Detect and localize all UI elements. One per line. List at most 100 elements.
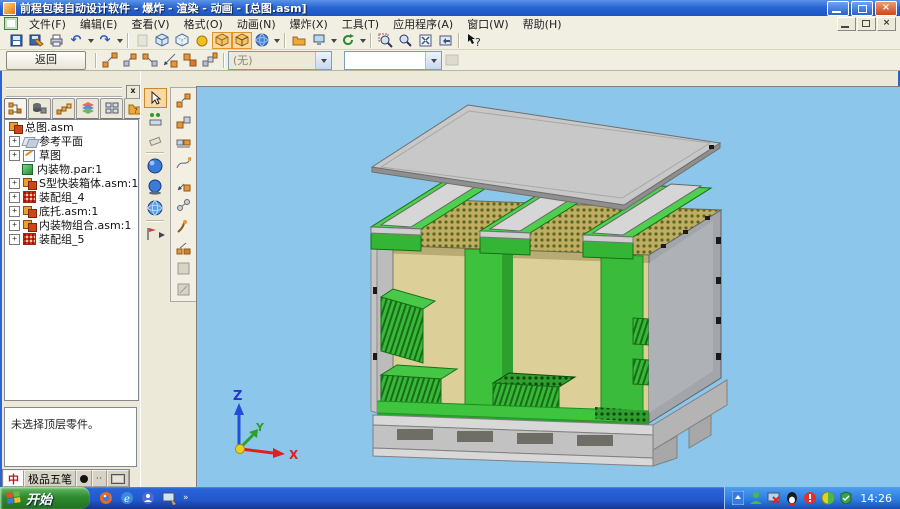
explode-tool-6-button[interactable] bbox=[172, 195, 195, 215]
document-icon[interactable] bbox=[4, 17, 18, 30]
apply-motor-button[interactable] bbox=[442, 52, 462, 69]
tree-item[interactable]: +参考平面 bbox=[5, 134, 138, 148]
tab-family-of-assemblies[interactable] bbox=[52, 98, 75, 119]
ime-mode-button[interactable] bbox=[76, 470, 92, 487]
expand-icon[interactable]: + bbox=[9, 136, 20, 147]
menu-animation[interactable]: 动画(N) bbox=[230, 15, 283, 33]
refresh-button[interactable] bbox=[338, 32, 358, 49]
tab-parts-library[interactable] bbox=[28, 98, 51, 119]
user-online-icon[interactable] bbox=[748, 490, 764, 506]
internet-explorer-icon[interactable]: e bbox=[119, 490, 136, 507]
view-wireframe-button[interactable] bbox=[152, 32, 172, 49]
tree-item[interactable]: 内装物.par:1 bbox=[5, 162, 138, 176]
explode-tool-2-button[interactable] bbox=[172, 111, 195, 131]
select-tool-button[interactable] bbox=[144, 88, 167, 108]
rebind-button[interactable] bbox=[140, 52, 160, 69]
view-shaded-with-edges-button[interactable] bbox=[212, 32, 232, 49]
crate-interior[interactable] bbox=[377, 245, 649, 429]
shield-icon[interactable] bbox=[838, 490, 854, 506]
motor-select[interactable] bbox=[344, 51, 442, 70]
show-desktop-icon[interactable] bbox=[161, 490, 178, 507]
viewport-canvas[interactable]: Z X Y bbox=[197, 87, 899, 486]
taskbar-clock[interactable]: 14:26 bbox=[860, 492, 892, 505]
whats-this-button[interactable]: ? bbox=[463, 32, 483, 49]
modify-explode-button[interactable] bbox=[180, 52, 200, 69]
mdi-close-button[interactable]: × bbox=[877, 17, 896, 31]
configuration-select[interactable]: (无) bbox=[228, 51, 332, 70]
menu-explode[interactable]: 爆炸(X) bbox=[283, 15, 335, 33]
unexplode-button[interactable] bbox=[120, 52, 140, 69]
tree-item[interactable]: +草图 bbox=[5, 148, 138, 162]
tree-item[interactable]: +内装物组合.asm:1 bbox=[5, 218, 138, 232]
start-button[interactable]: 开始 bbox=[0, 487, 90, 509]
explode-tool-4-button[interactable] bbox=[172, 153, 195, 173]
tab-sensors[interactable] bbox=[100, 98, 123, 119]
expand-icon[interactable]: + bbox=[9, 234, 20, 245]
render-wireframe-button[interactable] bbox=[144, 198, 167, 218]
auto-explode-button[interactable] bbox=[100, 52, 120, 69]
render-shaded-button[interactable] bbox=[144, 156, 167, 176]
view-visible-edges-button[interactable] bbox=[232, 32, 252, 49]
tree-item[interactable]: +底托.asm:1 bbox=[5, 204, 138, 218]
expand-icon[interactable]: + bbox=[9, 192, 20, 203]
redo-dropdown[interactable] bbox=[115, 32, 124, 49]
tree-item[interactable]: +S型快装箱体.asm:1 bbox=[5, 176, 138, 190]
undo-button[interactable]: ↶ bbox=[66, 32, 86, 49]
quick-launch-more-chevron[interactable]: » bbox=[183, 493, 189, 503]
finish-flag-button[interactable] bbox=[144, 224, 167, 244]
undo-dropdown[interactable] bbox=[86, 32, 95, 49]
view-shaded-button[interactable] bbox=[192, 32, 212, 49]
panel-grip[interactable] bbox=[6, 87, 122, 98]
explode-tool-8-button[interactable] bbox=[172, 237, 195, 257]
previous-view-button[interactable] bbox=[435, 32, 455, 49]
save-button[interactable] bbox=[6, 32, 26, 49]
return-button[interactable]: 返回 bbox=[6, 51, 86, 70]
menu-help[interactable]: 帮助(H) bbox=[516, 15, 569, 33]
qq-icon[interactable] bbox=[784, 490, 800, 506]
display-options-dropdown[interactable] bbox=[329, 32, 338, 49]
messenger-icon[interactable] bbox=[140, 490, 157, 507]
menu-view[interactable]: 查看(V) bbox=[124, 15, 176, 33]
fit-button[interactable] bbox=[415, 32, 435, 49]
restore-button[interactable] bbox=[851, 1, 873, 16]
tree-item-root[interactable]: 总图.asm bbox=[5, 120, 138, 134]
drag-component-button[interactable] bbox=[160, 52, 180, 69]
save-as-button[interactable] bbox=[26, 32, 46, 49]
paste-button[interactable] bbox=[132, 32, 152, 49]
motor-select-arrow[interactable] bbox=[425, 52, 441, 69]
expand-icon[interactable]: + bbox=[9, 178, 20, 189]
print-button[interactable] bbox=[46, 32, 66, 49]
menu-edit[interactable]: 编辑(E) bbox=[73, 15, 125, 33]
close-button[interactable]: × bbox=[875, 1, 897, 16]
antivirus-icon[interactable] bbox=[820, 490, 836, 506]
security-alert-icon[interactable] bbox=[802, 490, 818, 506]
zoom-area-button[interactable] bbox=[375, 32, 395, 49]
ime-language-badge[interactable]: 中 bbox=[3, 470, 24, 487]
menu-file[interactable]: 文件(F) bbox=[22, 15, 73, 33]
expand-icon[interactable]: + bbox=[9, 150, 20, 161]
render-shadow-button[interactable] bbox=[144, 177, 167, 197]
explode-tool-5-button[interactable] bbox=[172, 174, 195, 194]
explode-tool-1-button[interactable] bbox=[172, 90, 195, 110]
ime-punctuation-button[interactable]: ·· bbox=[92, 470, 107, 487]
explode-tool-10-button[interactable] bbox=[172, 279, 195, 299]
tab-layers[interactable] bbox=[76, 98, 99, 119]
expand-icon[interactable]: + bbox=[9, 220, 20, 231]
tab-pathfinder[interactable] bbox=[4, 98, 27, 119]
refresh-dropdown[interactable] bbox=[358, 32, 367, 49]
panel-close-button[interactable]: x bbox=[126, 85, 140, 99]
explode-tool-7-button[interactable] bbox=[172, 216, 195, 236]
explode-tool-9-button[interactable] bbox=[172, 258, 195, 278]
tree-item[interactable]: +装配组_5 bbox=[5, 232, 138, 246]
common-views-button[interactable] bbox=[252, 32, 272, 49]
display-options-button[interactable] bbox=[309, 32, 329, 49]
mdi-restore-button[interactable] bbox=[857, 17, 876, 31]
ime-keyboard-button[interactable] bbox=[107, 470, 129, 487]
menu-tools[interactable]: 工具(T) bbox=[335, 15, 386, 33]
erase-tool-button[interactable] bbox=[144, 130, 167, 150]
tree-item[interactable]: +装配组_4 bbox=[5, 190, 138, 204]
zoom-button[interactable] bbox=[395, 32, 415, 49]
ime-name[interactable]: 极品五笔 bbox=[24, 470, 76, 487]
hide-icons-button[interactable] bbox=[730, 490, 746, 506]
explode-tool-3-button[interactable] bbox=[172, 132, 195, 152]
